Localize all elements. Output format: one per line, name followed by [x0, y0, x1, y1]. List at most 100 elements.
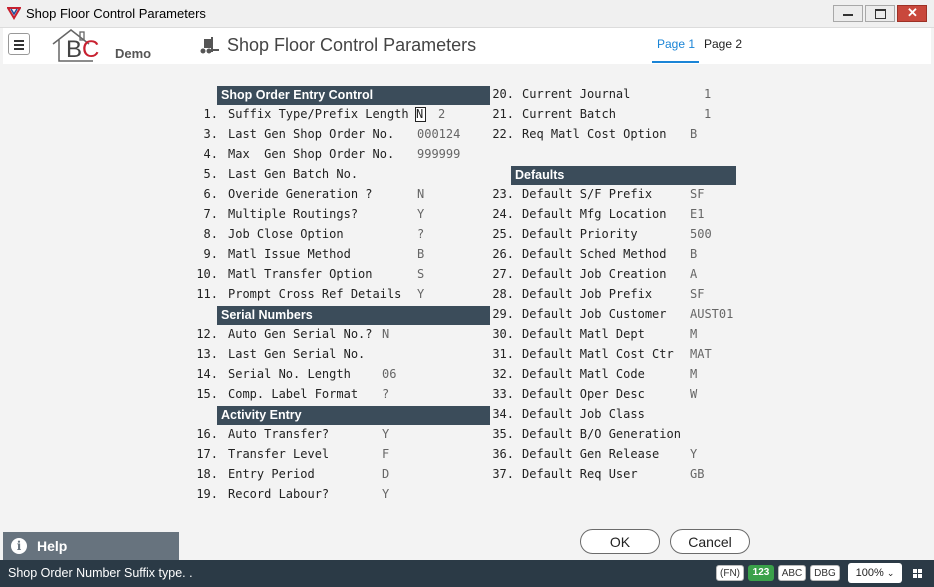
num-lock-indicator[interactable]: 123	[748, 565, 774, 581]
field-value[interactable]: AUST01	[690, 307, 733, 321]
status-message: Shop Order Number Suffix type. .	[8, 566, 193, 580]
field-number: 1.	[203, 107, 218, 121]
minimize-button[interactable]	[833, 5, 863, 22]
field-label: Serial No. Length	[228, 367, 351, 381]
field-number: 28.	[492, 287, 514, 301]
field-value[interactable]: N	[417, 187, 424, 201]
field-value[interactable]: D	[382, 467, 389, 481]
logo-b: B	[66, 36, 83, 63]
field-number: 10.	[196, 267, 218, 281]
zoom-select[interactable]: 100% ⌄	[848, 563, 902, 583]
field-value[interactable]: B	[690, 247, 697, 261]
close-icon: ✕	[907, 5, 918, 20]
field-label: Last Gen Shop Order No.	[228, 127, 395, 141]
field-label: Default Job Prefix	[522, 287, 653, 301]
field-value[interactable]: M	[690, 327, 697, 341]
field-number: 15.	[196, 387, 218, 401]
field-label: Default S/F Prefix	[522, 187, 653, 201]
help-button[interactable]: i Help	[3, 532, 179, 560]
logo-text: BC	[66, 36, 99, 64]
field-number: 26.	[492, 247, 514, 261]
page-title: Shop Floor Control Parameters	[227, 35, 477, 55]
logo-demo: Demo	[115, 46, 152, 61]
field-value[interactable]: SF	[690, 287, 704, 301]
field-value[interactable]: Y	[417, 207, 424, 221]
field-value[interactable]: W	[690, 387, 697, 401]
tab-page-2[interactable]: Page 2	[704, 37, 742, 51]
field-value[interactable]: 999999	[417, 147, 460, 161]
field-number: 32.	[492, 367, 514, 381]
field-label: Multiple Routings?	[228, 207, 359, 221]
field-number: 25.	[492, 227, 514, 241]
maximize-button[interactable]	[865, 5, 895, 22]
field-value[interactable]: MAT	[690, 347, 712, 361]
window-title: Shop Floor Control Parameters	[26, 6, 206, 21]
field-number: 5.	[203, 167, 218, 181]
field-value[interactable]: M	[690, 367, 697, 381]
field-label: Default Matl Code	[522, 367, 645, 381]
field-number: 13.	[196, 347, 218, 361]
field-label: Default Gen Release	[522, 447, 660, 461]
logo-c: C	[82, 36, 100, 63]
field-number: 11.	[196, 287, 218, 301]
field-value[interactable]: 500	[690, 227, 712, 241]
field-label: Default Priority	[522, 227, 638, 241]
field-value[interactable]: ?	[417, 227, 424, 241]
field-value[interactable]: Y	[382, 487, 389, 501]
field-label: Overide Generation ?	[228, 187, 373, 201]
field-value[interactable]: F	[382, 447, 389, 461]
debug-indicator[interactable]: DBG	[810, 565, 840, 581]
field-label: Current Batch	[522, 107, 616, 121]
field-value[interactable]: E1	[690, 207, 704, 221]
menu-button[interactable]	[8, 33, 30, 55]
field-value[interactable]: B	[690, 127, 697, 141]
field-number: 21.	[492, 107, 514, 121]
field-value[interactable]: 000124	[417, 127, 460, 141]
field-label: Entry Period	[228, 467, 315, 481]
field-number: 14.	[196, 367, 218, 381]
field-label: Default Sched Method	[522, 247, 667, 261]
field-value[interactable]: ?	[382, 387, 389, 401]
field-label: Matl Transfer Option	[228, 267, 373, 281]
status-bar: Shop Order Number Suffix type. . (FN) 12…	[0, 560, 934, 587]
field-number: 19.	[196, 487, 218, 501]
field-number: 16.	[196, 427, 218, 441]
field-value[interactable]: S	[417, 267, 424, 281]
field-label: Default Job Customer	[522, 307, 667, 321]
grid-icon[interactable]	[913, 569, 922, 578]
field-value[interactable]: SF	[690, 187, 704, 201]
close-button[interactable]: ✕	[897, 5, 927, 22]
info-icon: i	[11, 538, 27, 554]
tab-page-1[interactable]: Page 1	[657, 37, 695, 51]
cancel-button[interactable]: Cancel	[670, 529, 750, 554]
field-value[interactable]: GB	[690, 467, 704, 481]
field-value[interactable]: N	[382, 327, 389, 341]
field-value[interactable]: 1	[704, 87, 711, 101]
field-value[interactable]: Y	[382, 427, 389, 441]
field-value[interactable]: Y	[690, 447, 697, 461]
field-value[interactable]: A	[690, 267, 697, 281]
field-number: 36.	[492, 447, 514, 461]
field-value[interactable]: 1	[704, 107, 711, 121]
field-number: 7.	[203, 207, 218, 221]
section-header-activity: Activity Entry	[217, 406, 490, 425]
caps-indicator[interactable]: ABC	[778, 565, 806, 581]
field-number: 18.	[196, 467, 218, 481]
field-number: 3.	[203, 127, 218, 141]
field-label: Transfer Level	[228, 447, 330, 461]
field-value[interactable]: Y	[417, 287, 424, 301]
field-value[interactable]: B	[417, 247, 424, 261]
field-label: Default Mfg Location	[522, 207, 667, 221]
field-label: Record Labour?	[228, 487, 330, 501]
fn-indicator[interactable]: (FN)	[716, 565, 744, 581]
field-value[interactable]: 06	[382, 367, 396, 381]
field-number: 22.	[492, 127, 514, 141]
field-label: Current Journal	[522, 87, 631, 101]
app-icon	[7, 7, 21, 20]
help-label: Help	[37, 538, 68, 554]
field-label: Auto Gen Serial No.?	[228, 327, 373, 341]
window-title-bar: Shop Floor Control Parameters ✕	[0, 0, 934, 28]
field-label: Suffix Type/Prefix Length	[228, 107, 409, 121]
field-value[interactable]: 2	[438, 107, 445, 121]
ok-button[interactable]: OK	[580, 529, 660, 554]
